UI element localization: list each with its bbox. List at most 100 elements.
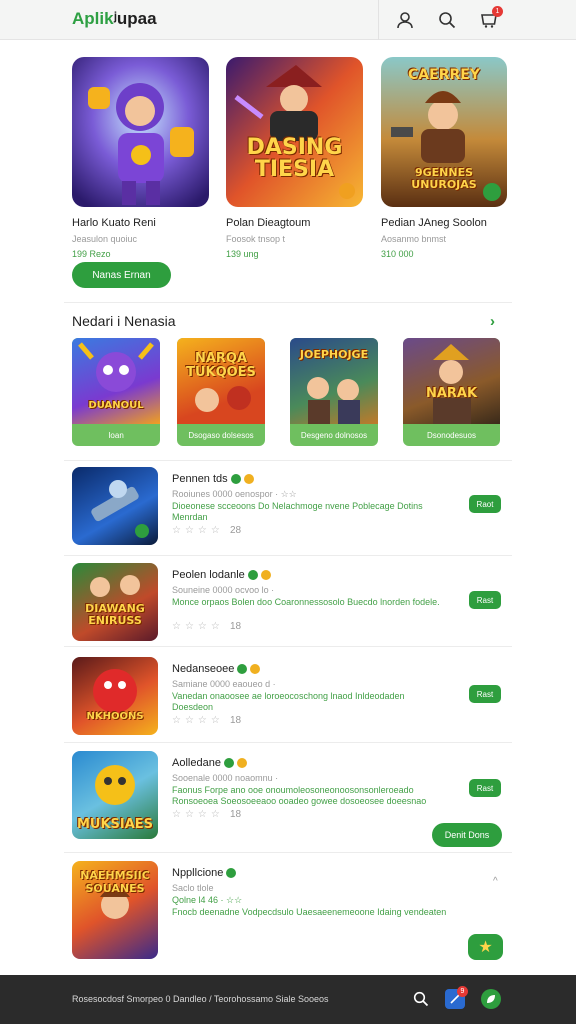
featured-art-text: DASING TIESIA [246,135,343,182]
section-card-art: DUANOUL [72,338,160,424]
app-meta-secondary: Qolne l4 46 · ☆☆ [172,895,243,905]
section-card-art-text: JOEPHOJGE [299,348,369,361]
app-thumbnail [72,467,158,545]
star-badge-icon [236,758,247,769]
app-logo[interactable]: Aplikʲupaa [72,9,157,29]
search-icon[interactable] [411,989,431,1009]
star-badge-icon [243,474,254,485]
list-item[interactable]: NAEHMSIIC SOUANES Nppllcione Saclo tlole… [72,861,504,961]
app-meta: Souneine 0000 ocvoo lo · [172,585,275,595]
featured-card-3[interactable]: CAERREY 9GENNES UNUROJAS Pedian JAneg So… [381,57,507,259]
app-name: Peolen lodanle [172,569,271,581]
notification-icon[interactable]: 9 [445,986,468,1009]
award-icon [339,183,355,199]
install-button[interactable]: Nanas Ernan [72,262,171,288]
leaf-icon[interactable] [481,989,501,1009]
get-button[interactable]: Rast [469,591,501,609]
app-meta: Sooenale 0000 noaomnu · [172,773,279,783]
app-thumbnail-text: MUKSIAES [76,817,154,832]
app-meta: Samiane 0000 eaoueo d · [172,679,276,689]
featured-card-2[interactable]: DASING TIESIA Polan Dieagtoum Foosok tns… [226,57,363,259]
rating-count: 18 [230,715,242,726]
app-name-text: Nppllcione [172,867,224,879]
app-description: Vanedan onaoosee ae loroeocoschong lnaod… [172,691,452,713]
footer-bar: Rosesocdosf Smorpeo 0 Dandleo / Teorohos… [0,975,576,1024]
featured-title: Pedian JAneg Soolon [381,217,487,229]
featured-art-1 [72,57,209,207]
app-meta: Saclo tlole [172,883,214,893]
featured-art-2: DASING TIESIA [226,57,363,207]
get-button[interactable]: Rast [469,685,501,703]
app-description: Dioeonese scceoons Do Nelachmoge nvene P… [172,501,452,523]
section-card-label: Dsonodesuos [427,430,476,440]
star-favorite-button[interactable]: ★ [468,934,503,960]
app-description-line-2: Ronsoeoea Soeosoeeaoo ooadeo gowee dosoe… [172,796,427,806]
app-thumbnail-text: NAEHMSIIC SOUANES [80,869,150,895]
section-card-label: Ioan [108,430,124,440]
section-card-art: NARQA TUKQOES [177,338,265,424]
app-thumbnail: NKHOONS [72,657,158,735]
app-name-text: Aolledane [172,757,221,769]
app-description-line-1: Monce orpaos Bolen doo Coaronnessosolo B… [172,597,440,607]
featured-title: Polan Dieagtoum [226,217,311,229]
search-icon[interactable] [436,9,458,31]
cart-badge: 1 [492,6,503,17]
app-description: Monce orpaos Bolen doo Coaronnessosolo B… [172,597,452,608]
rating-count: 18 [230,809,242,820]
app-name: Aolledane [172,757,247,769]
section-card[interactable]: NARAK Dsonodesuos [403,338,500,446]
featured-card-1[interactable]: Harlo Kuato Reni Jeasulon quoiuc 199 Rez… [72,57,209,259]
download-button[interactable]: Denit Dons [432,823,502,847]
footer-text: Rosesocdosf Smorpeo 0 Dandleo / Teorohos… [72,994,329,1004]
divider [64,646,512,647]
app-thumbnail: NAEHMSIIC SOUANES [72,861,158,959]
app-thumbnail: DIAWANG ENIRUSS [72,563,158,641]
list-item[interactable]: MUKSIAES Aolledane Sooenale 0000 noaomnu… [72,751,504,847]
verified-icon [223,758,234,769]
app-description: Fnocb deenadne Vodpecdsulo Uaesaeenemeoo… [172,907,452,918]
app-description-line-1: Dioeonese scceoons Do Nelachmoge nvene P… [172,501,423,511]
section-card-art-text: NARQA TUKQOES [186,351,256,380]
section-card-label: Dsogaso dolsesos [188,430,254,440]
divider [64,460,512,461]
app-thumbnail-text: NKHOONS [86,711,144,722]
verified-icon [226,868,237,879]
get-button[interactable]: Rast [469,779,501,797]
app-description-line-1: Faonus Forpe ano ooe onoumoleosoneonooso… [172,785,414,795]
notification-badge: 9 [457,986,468,997]
section-card[interactable]: NARQA TUKQOES Dsogaso dolsesos [177,338,265,446]
list-item[interactable]: Pennen tds Rooiunes 0000 oenospor · ☆☆ D… [72,467,504,547]
header-divider [378,0,379,40]
section-card-art-text: DUANOUL [88,400,144,411]
list-item[interactable]: DIAWANG ENIRUSS Peolen lodanle Souneine … [72,563,504,643]
rating-count: 28 [230,525,242,536]
rating-stars: ☆☆☆☆ [172,525,224,536]
section-card[interactable]: DUANOUL Ioan [72,338,160,446]
divider [64,555,512,556]
featured-subtitle: Foosok tnsop t [226,234,286,244]
user-icon[interactable] [394,9,416,31]
app-name-text: Nedanseoee [172,663,235,675]
divider [64,742,512,743]
list-item[interactable]: NKHOONS Nedanseoee Samiane 0000 eaoueo d… [72,657,504,737]
divider [64,852,512,853]
app-name: Pennen tds [172,473,254,485]
verified-icon [230,474,241,485]
get-button[interactable]: Raot [469,495,501,513]
app-header: Aplikʲupaa 1 [0,0,576,40]
section-card[interactable]: JOEPHOJGE Desgeno dolnosos [290,338,378,446]
featured-price: 310 000 [381,249,414,259]
featured-price: 139 ung [226,249,259,259]
section-title: Nedari i Nenasia [72,313,176,329]
app-name-text: Peolen lodanle [172,569,245,581]
rating-count: 18 [230,621,242,632]
section-card-art-text: NARAK [425,386,478,401]
app-description-line-2: Doesdeon [172,702,214,712]
featured-art-3: CAERREY 9GENNES UNUROJAS [381,57,507,207]
cart-icon[interactable]: 1 [478,6,503,31]
logo-brand-text: Aplik [72,9,114,28]
see-all-arrow-icon[interactable]: › [490,313,495,330]
collapse-caret-icon[interactable]: ^ [493,876,498,887]
star-badge-icon [260,570,271,581]
app-thumbnail: MUKSIAES [72,751,158,839]
